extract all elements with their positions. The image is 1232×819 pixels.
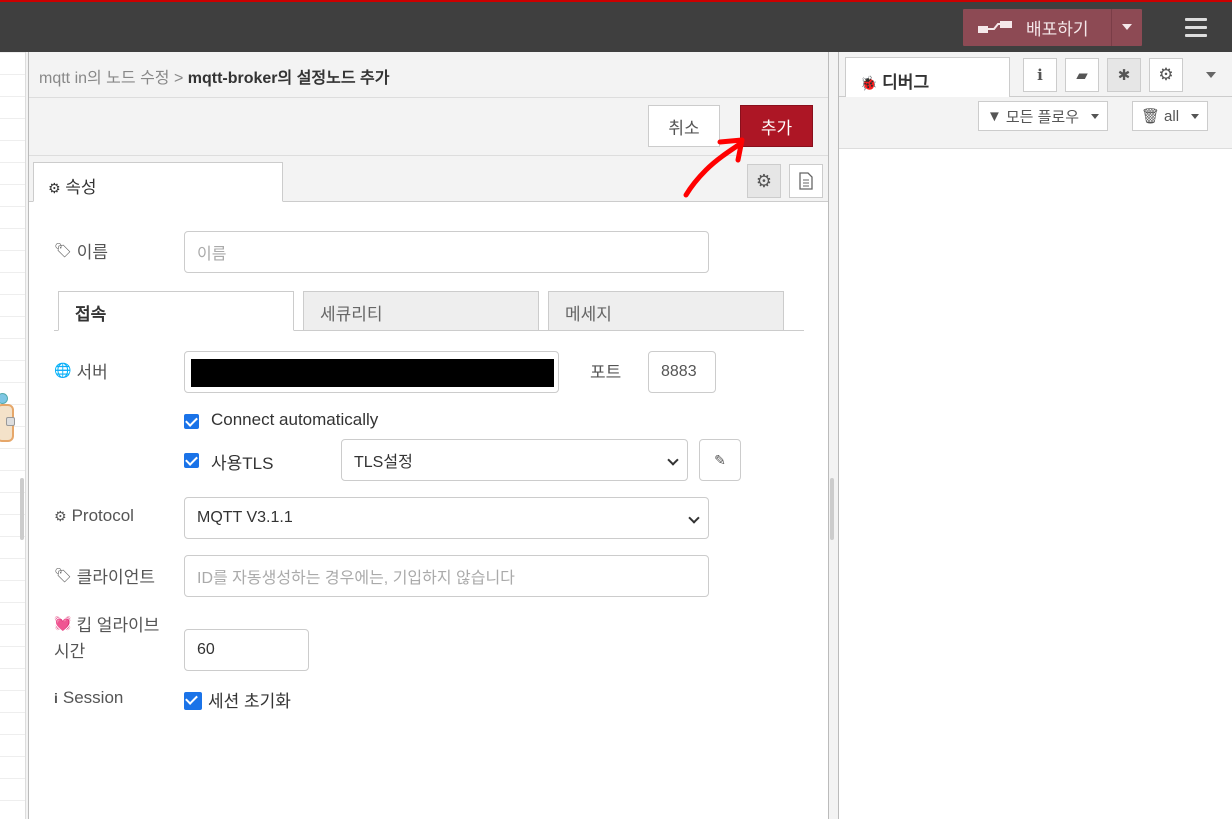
protocol-row-label: ⚙ Protocol <box>54 506 134 526</box>
keepalive-row-label: 💓 킵 얼라이브 <box>54 611 159 636</box>
deploy-dropdown-icon[interactable] <box>1122 24 1132 30</box>
connect-auto-checkbox[interactable] <box>184 414 199 429</box>
tab-security[interactable]: 세큐리티 <box>303 291 539 331</box>
tab-properties-label: 속성 <box>65 178 97 197</box>
deploy-button[interactable]: 배포하기 <box>963 9 1142 46</box>
tab-connection[interactable]: 접속 <box>58 291 294 331</box>
edit-tls-button[interactable]: ✎ <box>699 439 741 481</box>
debug-toolbar: ▼ 모든 플로우 🗑 all <box>839 97 1232 149</box>
node-status-dot <box>0 393 8 404</box>
session-row-label: i Session <box>54 688 123 708</box>
header-bar: 배포하기 <box>0 0 1232 52</box>
sidebar-menu-dropdown-icon[interactable] <box>1206 72 1216 78</box>
chevron-down-icon <box>1191 113 1200 119</box>
port-label: 포트 <box>590 363 622 382</box>
gear-icon: ⚙ <box>48 180 61 196</box>
keepalive-input[interactable]: 60 <box>184 629 309 671</box>
name-row-label: 🏷 이름 <box>54 238 108 263</box>
tag-icon: 🏷 <box>54 567 72 583</box>
flow-icon <box>978 20 1012 33</box>
connection-tabs: 접속 세큐리티 메세지 <box>54 291 804 331</box>
client-row-label: 🏷 클라이언트 <box>54 563 155 588</box>
name-input[interactable]: 이름 <box>184 231 709 273</box>
filter-label: 모든 플로우 <box>1005 108 1080 126</box>
chevron-down-icon <box>1091 113 1100 119</box>
connect-auto-label: Connect automatically <box>211 410 379 429</box>
config-tab-button[interactable]: ⚙ <box>1149 58 1183 92</box>
sidebar: 🐞 디버그 i ▰ ✱ ⚙ ▼ 모든 플로우 🗑 all <box>838 52 1232 819</box>
annotation-arrow <box>683 137 745 198</box>
tab-properties[interactable]: ⚙ 속성 <box>33 162 283 202</box>
protocol-select[interactable]: MQTT V3.1.1 <box>184 497 709 539</box>
tag-icon: 🏷 <box>54 242 72 258</box>
debug-tab-button[interactable]: ✱ <box>1107 58 1141 92</box>
tls-config-select[interactable]: TLS설정 <box>341 439 688 481</box>
keepalive-label-line2: 시간 <box>54 642 86 661</box>
port-input[interactable]: 8883 <box>648 351 716 393</box>
chevron-down-icon <box>667 454 679 466</box>
info-tab-button[interactable]: i <box>1023 58 1057 92</box>
protocol-label: Protocol <box>71 506 134 525</box>
document-icon <box>799 172 813 190</box>
client-id-input[interactable]: ID를 자동생성하는 경우에는, 기입하지 않습니다 <box>184 555 709 597</box>
help-tab-button[interactable]: ▰ <box>1065 58 1099 92</box>
keepalive-label: 킵 얼라이브 <box>76 616 160 635</box>
gear-icon: ⚙ <box>1158 65 1174 84</box>
tab-debug[interactable]: 🐞 디버그 <box>845 57 1010 98</box>
protocol-value: MQTT V3.1.1 <box>197 509 293 526</box>
bug-icon: 🐞 <box>860 75 878 91</box>
pencil-icon: ✎ <box>714 451 726 468</box>
redacted-server-value <box>191 359 554 387</box>
session-label: Session <box>62 688 124 707</box>
clear-label: all <box>1164 107 1180 125</box>
clean-session-label: 세션 초기화 <box>208 692 291 711</box>
use-tls-label: 사용TLS <box>211 454 274 473</box>
sidebar-tabs: 🐞 디버그 i ▰ ✱ ⚙ <box>839 52 1232 98</box>
book-icon: ▰ <box>1076 67 1088 84</box>
trash-icon: 🗑 <box>1141 108 1161 125</box>
gear-icon: ⚙ <box>54 507 67 524</box>
server-label: 서버 <box>76 363 108 382</box>
info-icon: i <box>54 690 58 706</box>
name-label: 이름 <box>76 243 109 262</box>
breadcrumb-parent[interactable]: mqtt in의 노드 수정 > <box>39 70 188 87</box>
clear-debug-button[interactable]: 🗑 all <box>1132 101 1209 131</box>
sidebar-resize-handle[interactable] <box>830 478 834 540</box>
client-label: 클라이언트 <box>76 568 155 587</box>
heartbeat-icon: 💓 <box>54 615 72 631</box>
workspace-canvas[interactable] <box>0 52 26 819</box>
filter-flows-button[interactable]: ▼ 모든 플로우 <box>978 101 1109 131</box>
tab-messages[interactable]: 메세지 <box>548 291 784 331</box>
node-port[interactable] <box>6 417 15 426</box>
left-resize-handle[interactable] <box>20 478 24 540</box>
chevron-down-icon <box>688 512 700 524</box>
deploy-separator <box>1111 9 1112 46</box>
node-description-button[interactable] <box>789 164 823 198</box>
clean-session-checkbox[interactable] <box>184 692 202 710</box>
deploy-label: 배포하기 <box>1026 20 1089 39</box>
breadcrumb: mqtt in의 노드 수정 > mqtt-broker의 설정노드 추가 <box>29 52 828 98</box>
info-icon: i <box>1037 66 1043 84</box>
use-tls-checkbox[interactable] <box>184 453 199 468</box>
tls-config-value: TLS설정 <box>354 454 413 471</box>
menu-icon[interactable] <box>1185 18 1207 42</box>
filter-icon: ▼ <box>987 107 1002 125</box>
bug-icon: ✱ <box>1117 67 1131 84</box>
server-row-label: 🌐 서버 <box>54 358 108 383</box>
breadcrumb-current: mqtt-broker의 설정노드 추가 <box>187 70 390 87</box>
globe-icon: 🌐 <box>54 362 72 378</box>
tab-debug-label: 디버그 <box>882 73 930 92</box>
